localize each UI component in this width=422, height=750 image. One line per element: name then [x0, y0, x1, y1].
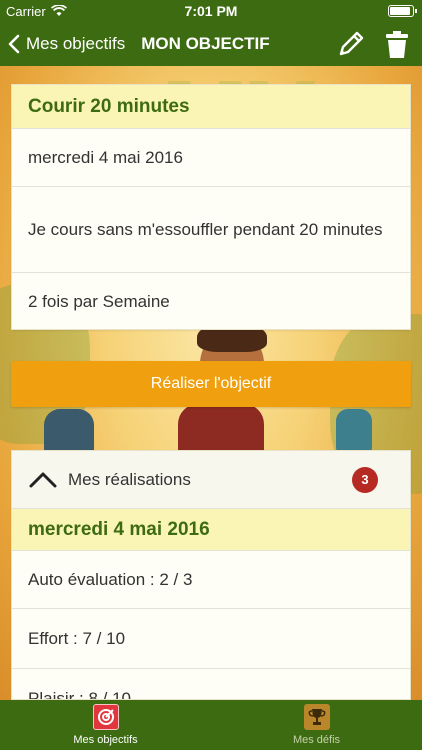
- target-icon: [92, 704, 119, 730]
- chevron-left-icon: [8, 34, 20, 54]
- count-badge: 3: [352, 466, 378, 493]
- chevron-up-icon: [29, 472, 57, 487]
- tab-mes-defis[interactable]: Mes défis: [211, 700, 422, 750]
- achievements-card: Mes réalisations 3 mercredi 4 mai 2016 A…: [11, 450, 411, 700]
- page-title: MON OBJECTIF: [141, 34, 270, 53]
- pencil-icon[interactable]: [336, 28, 366, 60]
- achievements-header-label: Mes réalisations: [68, 469, 191, 489]
- achievement-date: mercredi 4 mai 2016: [12, 509, 410, 551]
- trophy-icon: [303, 704, 330, 730]
- tab-mes-objectifs[interactable]: Mes objectifs: [0, 700, 211, 750]
- achievement-pleasure: Plaisir : 8 / 10: [28, 689, 131, 700]
- achievements-header[interactable]: Mes réalisations 3: [12, 451, 410, 509]
- objective-title: Courir 20 minutes: [12, 85, 410, 129]
- navigation-bar: Mes objectifs MON OBJECTIF: [0, 22, 422, 66]
- objective-frequency: 2 fois par Semaine: [28, 292, 170, 311]
- tab-bar: Mes objectifs Mes défis: [0, 700, 422, 750]
- tab-label: Mes objectifs: [73, 734, 138, 746]
- objective-description: Je cours sans m'essouffler pendant 20 mi…: [12, 187, 410, 273]
- achievement-effort: Effort : 7 / 10: [12, 609, 410, 669]
- tab-label: Mes défis: [292, 734, 341, 746]
- trash-icon[interactable]: [384, 28, 414, 60]
- objective-card: Courir 20 minutes mercredi 4 mai 2016 Je…: [11, 84, 411, 330]
- objective-date: mercredi 4 mai 2016: [12, 129, 410, 187]
- back-button[interactable]: Mes objectifs: [0, 34, 125, 54]
- achieve-objective-button[interactable]: Réaliser l'objectif: [11, 361, 411, 407]
- status-bar: Carrier 7:01 PM: [0, 0, 422, 22]
- status-time: 7:01 PM: [184, 3, 238, 19]
- battery-icon: [388, 5, 417, 17]
- achievement-self-evaluation: Auto évaluation : 2 / 3: [12, 551, 410, 609]
- back-button-label: Mes objectifs: [26, 34, 126, 53]
